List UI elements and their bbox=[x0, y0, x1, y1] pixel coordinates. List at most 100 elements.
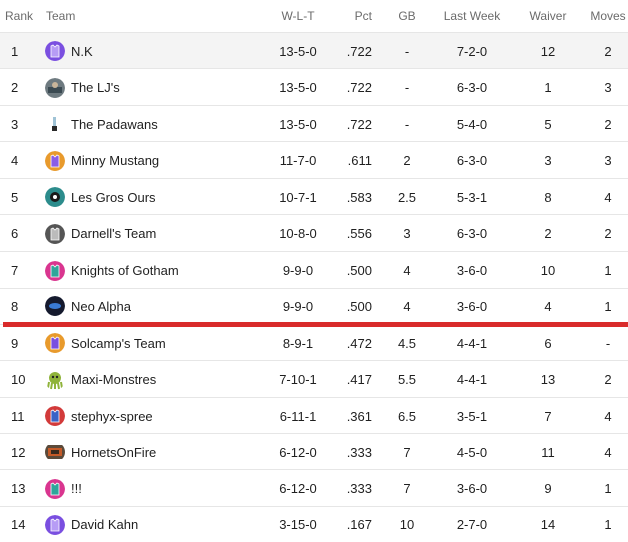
playoff-cutoff-line bbox=[3, 322, 628, 327]
header-rank[interactable]: Rank bbox=[5, 0, 35, 32]
waiver-cell: 5 bbox=[544, 116, 552, 132]
team-name-link[interactable]: The Padawans bbox=[71, 117, 158, 132]
table-row[interactable]: 8 Neo Alpha 9-9-0 .500 4 3-6-0 4 1 bbox=[0, 288, 628, 323]
last-week-cell: 6-3-0 bbox=[456, 153, 488, 168]
table-row[interactable]: 13!!! 6-12-0 .333 7 3-6-0 9 1 bbox=[0, 469, 628, 507]
gb-cell: 7 bbox=[403, 481, 411, 496]
gray-jersey-icon[interactable] bbox=[45, 223, 65, 244]
team-name-link[interactable]: Darnell's Team bbox=[71, 226, 156, 241]
header-gb[interactable]: GB bbox=[390, 0, 424, 32]
pink-teal-jersey-icon[interactable] bbox=[45, 260, 65, 281]
gb-cell: 5.5 bbox=[397, 372, 417, 387]
team-cell[interactable]: The LJ's bbox=[45, 69, 265, 106]
table-row[interactable]: 2 The LJ's 13-5-0 .722 - 6-3-0 1 3 bbox=[0, 68, 628, 106]
wlt-cell: 10-7-1 bbox=[279, 189, 317, 205]
moves-cell: 4 bbox=[604, 189, 612, 205]
pct-cell: .167 bbox=[346, 517, 372, 532]
team-cell[interactable]: stephyx-spree bbox=[45, 398, 265, 434]
purple-jersey-icon[interactable] bbox=[45, 514, 65, 535]
orange-jersey-icon[interactable] bbox=[45, 150, 65, 171]
team-name-link[interactable]: The LJ's bbox=[71, 80, 120, 95]
waiver-cell: 14 bbox=[540, 517, 556, 532]
moves-cell: 1 bbox=[604, 517, 612, 532]
moves-cell: 1 bbox=[604, 481, 612, 496]
waiver-cell: 11 bbox=[541, 444, 555, 460]
team-cell[interactable]: Knights of Gotham bbox=[45, 252, 265, 289]
lightsaber-avatar-icon[interactable] bbox=[45, 114, 65, 134]
team-name-link[interactable]: !!! bbox=[71, 481, 82, 496]
table-row[interactable]: 1 N.K 13-5-0 .722 - 7-2-0 12 2 bbox=[0, 32, 628, 69]
photo-avatar-icon[interactable] bbox=[45, 77, 65, 98]
team-name-link[interactable]: Maxi-Monstres bbox=[71, 372, 156, 387]
rank-cell: 1 bbox=[11, 43, 19, 59]
gb-cell: 3 bbox=[403, 226, 411, 241]
hornets-logo-icon[interactable] bbox=[45, 442, 65, 462]
last-week-cell: 4-5-0 bbox=[456, 444, 488, 460]
pct-cell: .333 bbox=[346, 481, 372, 496]
table-row[interactable]: 4 Minny Mustang 11-7-0 .611 2 6-3-0 3 3 bbox=[0, 141, 628, 179]
table-row[interactable]: 14 David Kahn 3-15-0 .167 10 2-7-0 14 1 bbox=[0, 506, 628, 542]
team-name-link[interactable]: Knights of Gotham bbox=[71, 263, 179, 278]
last-week-cell: 2-7-0 bbox=[456, 517, 488, 532]
table-row[interactable]: 12 HornetsOnFire 6-12-0 .333 7 4-5-0 11 4 bbox=[0, 433, 628, 470]
table-row[interactable]: 9 Solcamp's Team 8-9-1 .472 4.5 4-4-1 6 - bbox=[0, 324, 628, 361]
moves-cell: 3 bbox=[604, 80, 612, 95]
team-cell[interactable]: The Padawans bbox=[45, 106, 265, 142]
table-row[interactable]: 10 Maxi-Monstres 7-10-1 .417 5.5 4-4-1 13 2 bbox=[0, 360, 628, 398]
table-row[interactable]: 3 The Padawans 13-5-0 .722 - 5-4-0 5 2 bbox=[0, 105, 628, 142]
last-week-cell: 3-6-0 bbox=[456, 263, 488, 278]
team-cell[interactable]: Darnell's Team bbox=[45, 215, 265, 252]
octopus-icon[interactable] bbox=[45, 370, 65, 390]
wlt-cell: 11-7-0 bbox=[279, 153, 317, 168]
team-name-link[interactable]: Solcamp's Team bbox=[71, 336, 166, 351]
last-week-cell: 3-6-0 bbox=[456, 481, 488, 496]
team-name-link[interactable]: N.K bbox=[71, 44, 93, 59]
team-name-link[interactable]: stephyx-spree bbox=[71, 409, 153, 424]
teal-logo-icon[interactable] bbox=[45, 187, 65, 207]
pct-cell: .722 bbox=[346, 43, 372, 59]
pct-cell: .722 bbox=[346, 116, 372, 132]
waiver-cell: 2 bbox=[544, 226, 552, 241]
waiver-cell: 13 bbox=[540, 372, 556, 387]
team-cell[interactable]: HornetsOnFire bbox=[45, 434, 265, 470]
header-last-week[interactable]: Last Week bbox=[440, 0, 504, 32]
wlt-cell: 6-11-1 bbox=[279, 408, 317, 424]
wlt-cell: 10-8-0 bbox=[279, 226, 317, 241]
table-row[interactable]: 7 Knights of Gotham 9-9-0 .500 4 3-6-0 10 1 bbox=[0, 251, 628, 289]
rank-cell: 9 bbox=[11, 335, 19, 351]
red-blue-jersey-icon[interactable] bbox=[45, 406, 65, 426]
last-week-cell: 4-4-1 bbox=[456, 335, 488, 351]
moves-cell: 1 bbox=[604, 263, 612, 278]
header-wlt[interactable]: W-L-T bbox=[270, 0, 326, 32]
team-name-link[interactable]: HornetsOnFire bbox=[71, 445, 156, 460]
team-cell[interactable]: N.K bbox=[45, 33, 265, 69]
team-name-link[interactable]: David Kahn bbox=[71, 517, 138, 532]
team-name-link[interactable]: Minny Mustang bbox=[71, 153, 159, 168]
team-name-link[interactable]: Les Gros Ours bbox=[71, 190, 156, 205]
moves-cell: 2 bbox=[604, 226, 612, 241]
team-cell[interactable]: Les Gros Ours bbox=[45, 179, 265, 215]
team-cell[interactable]: David Kahn bbox=[45, 507, 265, 542]
team-cell[interactable]: !!! bbox=[45, 470, 265, 507]
table-row[interactable]: 6 Darnell's Team 10-8-0 .556 3 6-3-0 2 2 bbox=[0, 214, 628, 252]
dark-logo-icon[interactable] bbox=[45, 296, 65, 316]
header-waiver[interactable]: Waiver bbox=[520, 0, 576, 32]
header-team[interactable]: Team bbox=[46, 0, 266, 32]
wlt-cell: 3-15-0 bbox=[279, 517, 317, 532]
header-pct[interactable]: Pct bbox=[330, 0, 372, 32]
purple-jersey-icon[interactable] bbox=[45, 41, 65, 61]
orange-purple-jersey-icon[interactable] bbox=[45, 333, 65, 353]
pink-teal-jersey-icon[interactable] bbox=[45, 478, 65, 499]
waiver-cell: 3 bbox=[544, 153, 552, 168]
table-row[interactable]: 11 stephyx-spree 6-11-1 .361 6.5 3-5-1 7 4 bbox=[0, 397, 628, 434]
team-cell[interactable]: Neo Alpha bbox=[45, 289, 265, 323]
team-name-link[interactable]: Neo Alpha bbox=[71, 299, 131, 314]
rank-cell: 10 bbox=[11, 372, 26, 387]
waiver-cell: 10 bbox=[540, 263, 556, 278]
team-cell[interactable]: Solcamp's Team bbox=[45, 325, 265, 361]
team-cell[interactable]: Minny Mustang bbox=[45, 142, 265, 179]
waiver-cell: 12 bbox=[540, 43, 556, 59]
team-cell[interactable]: Maxi-Monstres bbox=[45, 361, 265, 398]
header-moves[interactable]: Moves bbox=[588, 0, 628, 32]
table-row[interactable]: 5 Les Gros Ours 10-7-1 .583 2.5 5-3-1 8 4 bbox=[0, 178, 628, 215]
